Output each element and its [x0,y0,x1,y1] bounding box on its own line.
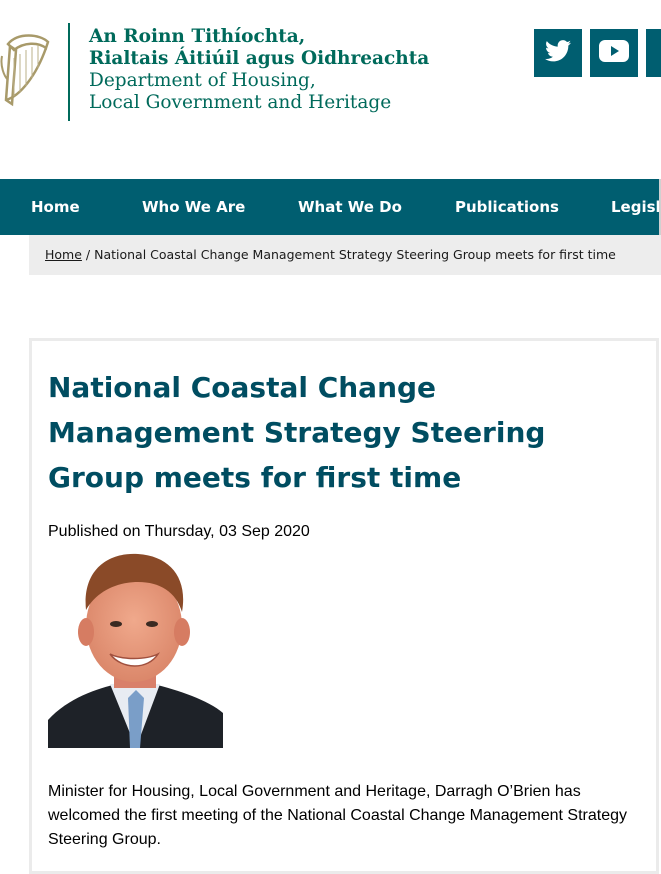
nav-home[interactable]: Home [31,179,80,235]
social-button-partial[interactable] [646,29,661,77]
breadcrumb: Home / National Coastal Change Managemen… [29,235,661,275]
dept-english-line1: Department of Housing, [89,70,316,91]
twitter-button[interactable] [534,29,582,77]
nav-what-we-do[interactable]: What We Do [298,179,402,235]
nav-who-we-are[interactable]: Who We Are [142,179,245,235]
youtube-button[interactable] [590,29,638,77]
dept-english-line2: Local Government and Heritage [89,92,392,113]
nav-publications[interactable]: Publications [455,179,559,235]
breadcrumb-current: National Coastal Change Management Strat… [94,247,616,262]
harp-logo-icon[interactable] [0,30,52,114]
article-body: Minister for Housing, Local Government a… [48,783,627,848]
site-header: An Roinn Tithíochta, Rialtais Áitiúil ag… [0,0,661,180]
youtube-icon [599,40,629,66]
breadcrumb-separator: / [81,247,95,262]
dept-irish-line1: An Roinn Tithíochta, [89,26,306,47]
nav-legislation[interactable]: Legislat [611,179,661,235]
breadcrumb-home-link[interactable]: Home [45,247,82,262]
article-title: National Coastal Change Management Strat… [48,371,546,494]
twitter-icon [545,40,571,66]
logo-divider [68,23,70,121]
dept-irish-line2: Rialtais Áitiúil agus Oidhreachta [89,48,430,69]
published-date: Published on Thursday, 03 Sep 2020 [48,523,310,540]
main-nav: Home Who We Are What We Do Publications … [0,179,661,235]
department-name[interactable]: An Roinn Tithíochta, Rialtais Áitiúil ag… [89,26,429,114]
minister-photo [48,548,223,748]
